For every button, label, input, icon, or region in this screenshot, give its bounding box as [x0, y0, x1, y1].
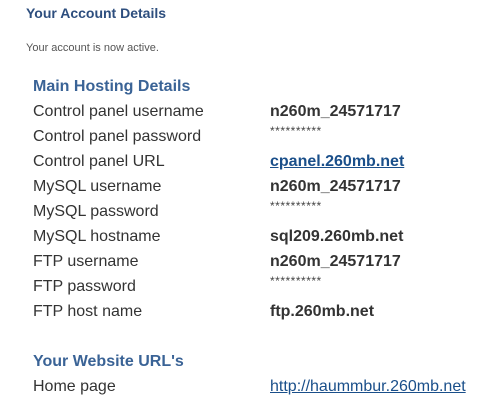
detail-label: FTP username	[33, 253, 139, 270]
detail-row-mysql-username: MySQL username n260m_24571717	[33, 178, 483, 203]
detail-value: n260m_24571717	[270, 253, 401, 270]
detail-row-ftp-username: FTP username n260m_24571717	[33, 253, 483, 278]
detail-label: Control panel username	[33, 103, 204, 120]
page-title: Your Account Details	[26, 5, 167, 21]
masked-password-value: **********	[270, 199, 322, 213]
detail-label: FTP password	[33, 278, 136, 295]
masked-password-value: **********	[270, 124, 322, 138]
home-page-url-link[interactable]: http://haummbur.260mb.net	[270, 378, 466, 396]
detail-label: MySQL password	[33, 203, 159, 220]
detail-value: n260m_24571717	[270, 178, 401, 195]
detail-value: sql209.260mb.net	[270, 228, 404, 245]
hosting-details-heading: Main Hosting Details	[33, 78, 191, 95]
detail-label: MySQL username	[33, 178, 162, 195]
cpanel-url-link[interactable]: cpanel.260mb.net	[270, 153, 404, 171]
detail-label: Control panel password	[33, 128, 202, 145]
detail-row-home-page: Home page http://haummbur.260mb.net	[33, 378, 483, 403]
detail-row-ftp-password: FTP password **********	[33, 274, 483, 303]
detail-label: MySQL hostname	[33, 228, 161, 245]
detail-row-cpanel-url: Control panel URL cpanel.260mb.net	[33, 153, 483, 178]
detail-value: n260m_24571717	[270, 103, 401, 120]
masked-password-value: **********	[270, 274, 322, 288]
detail-row-ftp-hostname: FTP host name ftp.260mb.net	[33, 303, 483, 328]
detail-label: FTP host name	[33, 303, 143, 320]
detail-label: Home page	[33, 378, 116, 395]
detail-value: ftp.260mb.net	[270, 303, 375, 320]
detail-label: Control panel URL	[33, 153, 165, 170]
detail-row-cpanel-password: Control panel password **********	[33, 124, 483, 153]
website-urls-heading: Your Website URL's	[33, 353, 184, 370]
detail-row-mysql-password: MySQL password **********	[33, 199, 483, 228]
detail-row-mysql-hostname: MySQL hostname sql209.260mb.net	[33, 228, 483, 253]
detail-row-cpanel-username: Control panel username n260m_24571717	[33, 103, 483, 128]
account-status-text: Your account is now active.	[26, 42, 159, 54]
